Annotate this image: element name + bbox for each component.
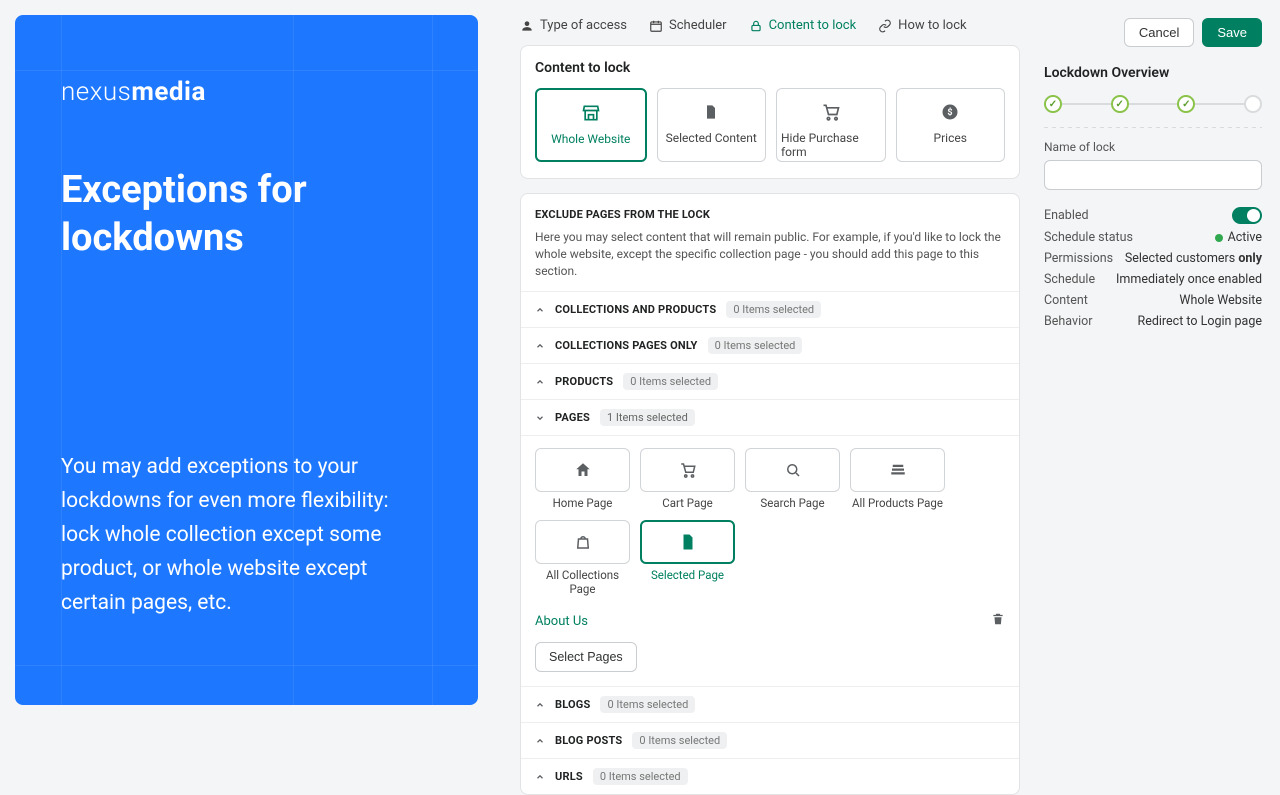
name-of-lock-input[interactable] <box>1044 160 1262 190</box>
step-1-icon <box>1044 95 1062 113</box>
bag-icon <box>574 533 592 551</box>
search-icon <box>784 461 802 479</box>
schedule-status-value: Active <box>1215 230 1262 245</box>
page-tile-cart[interactable] <box>640 448 735 492</box>
content-to-lock-card: Content to lock Whole Website Selected C… <box>520 45 1020 179</box>
card-title: Content to lock <box>535 60 1005 76</box>
section-pages[interactable]: PAGES 1 Items selected <box>521 400 1019 436</box>
trash-icon <box>991 612 1005 626</box>
link-icon <box>878 19 892 33</box>
delete-page-button[interactable] <box>991 612 1005 630</box>
overview-title: Lockdown Overview <box>1044 65 1262 81</box>
behavior-value: Redirect to Login page <box>1138 314 1263 329</box>
section-blog-posts[interactable]: BLOG POSTS 0 Items selected <box>521 723 1019 759</box>
enabled-label: Enabled <box>1044 208 1089 223</box>
section-products[interactable]: PRODUCTS 0 Items selected <box>521 364 1019 400</box>
count-badge: 0 Items selected <box>623 373 718 390</box>
permissions-value: Selected customers only <box>1125 251 1262 266</box>
tab-how-to-lock[interactable]: How to lock <box>878 18 966 33</box>
tile-prices[interactable]: $ Prices <box>896 88 1006 162</box>
promo-body: You may add exceptions to your lockdowns… <box>61 450 421 620</box>
stack-icon <box>889 461 907 479</box>
home-icon <box>574 461 592 479</box>
selected-page-row: About Us <box>535 606 1005 642</box>
svg-text:$: $ <box>948 107 953 118</box>
schedule-value: Immediately once enabled <box>1116 272 1262 287</box>
enabled-toggle[interactable] <box>1232 207 1262 224</box>
promo-panel: nexusmedia Exceptions for lockdowns You … <box>0 0 478 720</box>
page-tile-all-collections[interactable] <box>535 520 630 564</box>
exclude-pages-card: EXCLUDE PAGES FROM THE LOCK Here you may… <box>520 193 1020 795</box>
lock-icon <box>749 19 763 33</box>
tab-content-to-lock[interactable]: Content to lock <box>749 18 857 33</box>
file-icon <box>679 533 697 551</box>
status-dot-icon <box>1215 234 1223 242</box>
step-2-icon <box>1111 95 1129 113</box>
tile-selected-content[interactable]: Selected Content <box>657 88 767 162</box>
chevron-up-icon <box>535 377 545 387</box>
count-badge: 0 Items selected <box>593 768 688 785</box>
section-collections-pages[interactable]: COLLECTIONS PAGES ONLY 0 Items selected <box>521 328 1019 364</box>
step-4-icon <box>1244 95 1262 113</box>
progress-steps <box>1044 95 1262 113</box>
step-3-icon <box>1177 95 1195 113</box>
count-badge: 1 Items selected <box>600 409 695 426</box>
section-blogs[interactable]: BLOGS 0 Items selected <box>521 687 1019 723</box>
section-collections-products[interactable]: COLLECTIONS AND PRODUCTS 0 Items selecte… <box>521 292 1019 328</box>
exclude-desc: Here you may select content that will re… <box>535 229 1005 279</box>
chevron-up-icon <box>535 772 545 782</box>
wizard-tabs: Type of access Scheduler Content to lock… <box>520 18 1020 33</box>
select-pages-button[interactable]: Select Pages <box>535 642 637 672</box>
content-value: Whole Website <box>1179 293 1262 308</box>
count-badge: 0 Items selected <box>600 696 695 713</box>
pages-expanded: Home Page Cart Page Search Page All Prod… <box>521 436 1019 687</box>
chevron-up-icon <box>535 700 545 710</box>
cancel-button[interactable]: Cancel <box>1124 18 1194 47</box>
section-urls[interactable]: URLS 0 Items selected <box>521 759 1019 794</box>
selected-page-link[interactable]: About Us <box>535 614 588 629</box>
user-icon <box>520 19 534 33</box>
chevron-up-icon <box>535 305 545 315</box>
promo-title: Exceptions for lockdowns <box>61 167 448 262</box>
chevron-down-icon <box>535 413 545 423</box>
calendar-icon <box>649 19 663 33</box>
name-of-lock-label: Name of lock <box>1044 140 1262 154</box>
save-button[interactable]: Save <box>1202 18 1262 47</box>
page-tile-all-products[interactable] <box>850 448 945 492</box>
count-badge: 0 Items selected <box>708 337 803 354</box>
cart-icon <box>679 461 697 479</box>
page-tile-search[interactable] <box>745 448 840 492</box>
exclude-title: EXCLUDE PAGES FROM THE LOCK <box>535 208 1005 221</box>
page-tile-selected-page[interactable] <box>640 520 735 564</box>
chevron-up-icon <box>535 736 545 746</box>
brand-logo: nexusmedia <box>61 77 448 107</box>
tile-hide-purchase[interactable]: Hide Purchase form <box>776 88 886 162</box>
tab-type-of-access[interactable]: Type of access <box>520 18 627 33</box>
tile-whole-website[interactable]: Whole Website <box>535 88 647 162</box>
store-icon <box>580 103 602 123</box>
count-badge: 0 Items selected <box>632 732 727 749</box>
cart-icon <box>821 102 841 122</box>
tab-scheduler[interactable]: Scheduler <box>649 18 727 33</box>
file-icon <box>703 102 719 122</box>
count-badge: 0 Items selected <box>726 301 821 318</box>
price-icon: $ <box>941 103 959 121</box>
page-tile-home[interactable] <box>535 448 630 492</box>
chevron-up-icon <box>535 341 545 351</box>
